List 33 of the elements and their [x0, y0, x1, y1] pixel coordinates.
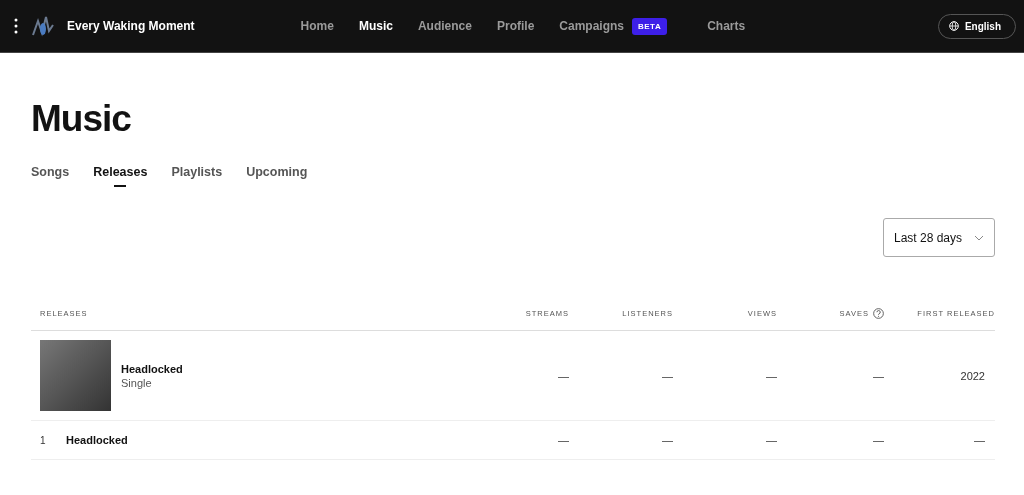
tab[interactable]: Songs — [31, 165, 70, 187]
nav-link[interactable]: Audience — [417, 19, 472, 33]
table-cell: — — [873, 434, 884, 446]
table-cell: — — [873, 369, 884, 382]
table-cell: — — [766, 369, 777, 382]
nav-link[interactable]: Profile — [496, 19, 535, 33]
tab[interactable]: Playlists — [171, 165, 223, 187]
table-cell: 2022 — [960, 369, 985, 382]
table-cell: — — [558, 369, 569, 382]
tab[interactable]: Releases — [93, 165, 148, 187]
table-cell: — — [662, 369, 673, 382]
track-number: 1 — [39, 434, 47, 446]
period-dropdown[interactable]: Last 28 days — [883, 218, 995, 257]
artist-name: Every Waking Moment — [67, 19, 195, 33]
globe-icon — [948, 21, 959, 31]
nav-link[interactable]: Charts — [707, 19, 746, 33]
release-type: Single — [121, 376, 153, 389]
table-cell: — — [974, 434, 985, 446]
nav-link[interactable]: Campaigns — [559, 19, 624, 33]
nav-link[interactable]: Music — [358, 19, 393, 33]
album-cover-placeholder — [40, 340, 111, 411]
beta-badge: BETA — [632, 17, 668, 35]
track-title[interactable]: Headlocked — [66, 434, 128, 446]
more-menu-icon[interactable] — [13, 17, 19, 35]
table-cell: — — [662, 434, 673, 446]
page-title: Music — [31, 97, 132, 141]
nav-link[interactable]: Home — [300, 19, 334, 33]
chevron-down-icon — [974, 234, 984, 241]
tab[interactable]: Upcoming — [246, 165, 308, 187]
table-cell: — — [558, 434, 569, 446]
help-icon[interactable] — [873, 308, 884, 319]
table-cell: — — [766, 434, 777, 446]
release-title[interactable]: Headlocked — [121, 362, 183, 375]
